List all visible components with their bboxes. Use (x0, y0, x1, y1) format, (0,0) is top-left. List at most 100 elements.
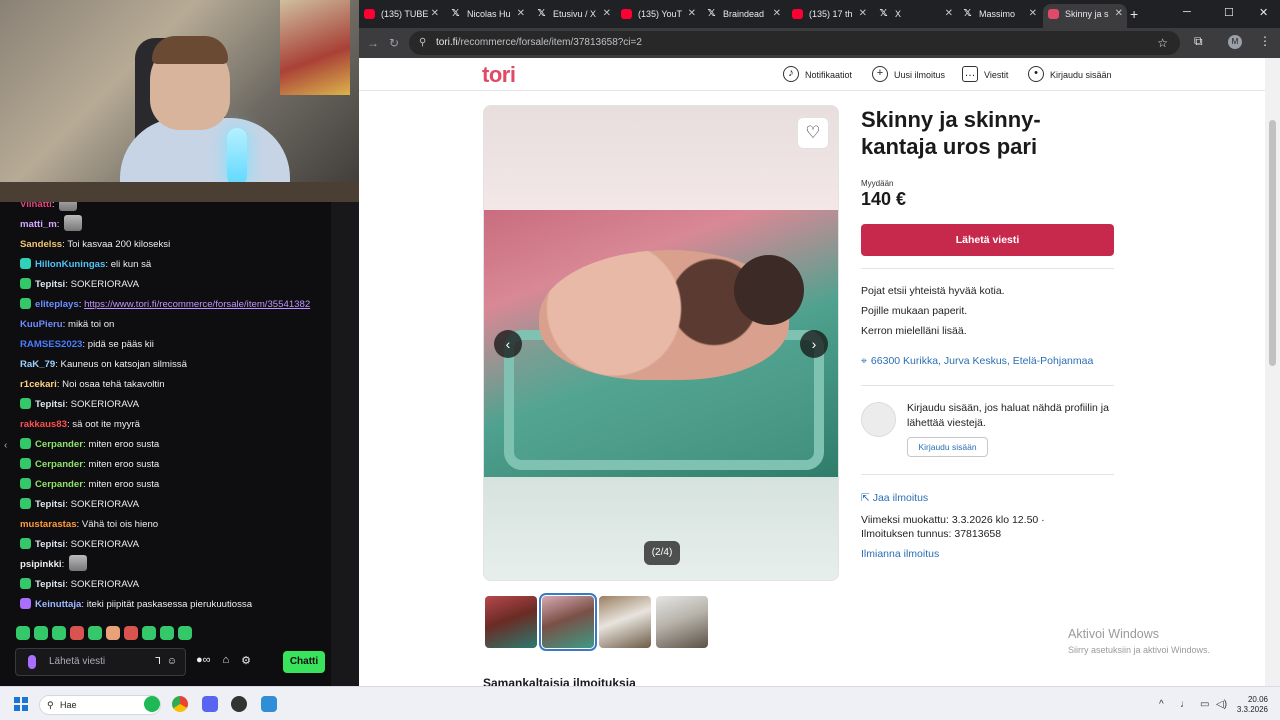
close-tab-icon[interactable]: ✕ (431, 4, 439, 24)
chat-messages[interactable]: Viinatti: matti_m: Sandelss: Toi kasvaa … (0, 202, 331, 618)
chat-username[interactable]: r1cekari (20, 379, 57, 390)
thumbnail-4[interactable] (656, 596, 708, 648)
chat-username[interactable]: Tepitsi (35, 399, 65, 410)
chat-username[interactable]: mustarastas (20, 519, 77, 530)
chat-username[interactable]: KuuPieru (20, 319, 63, 330)
site-info-icon[interactable]: ⚲ (419, 31, 426, 55)
chat-username[interactable]: Cerpander (35, 459, 83, 470)
nav-new-ad[interactable]: + Uusi ilmoitus (872, 66, 945, 84)
minimize-icon[interactable]: ─ (1183, 6, 1191, 18)
chat-username[interactable]: Cerpander (35, 439, 83, 450)
chat-username[interactable]: HillonKuningas (35, 259, 105, 270)
heart-icon[interactable]: ♡ (797, 117, 829, 149)
chat-username[interactable]: matti_m (20, 219, 57, 230)
url-field[interactable]: ⚲ tori.fi/recommerce/forsale/item/378136… (409, 31, 1180, 55)
chat-badge-icon[interactable] (20, 278, 31, 289)
chat-input[interactable]: Lähetä viesti Ꞁ ☺ (15, 648, 186, 676)
chat-username[interactable]: Viinatti (20, 202, 52, 210)
chat-badge-icon[interactable] (20, 398, 31, 409)
close-tab-icon[interactable]: ✕ (688, 4, 696, 24)
chat-badge-icon[interactable] (20, 478, 31, 489)
browser-tab[interactable]: Skinny ja s ✕ (1043, 4, 1127, 28)
mic-icon[interactable] (28, 655, 36, 669)
chat-username[interactable]: eliteplays (35, 299, 79, 310)
emote-icon[interactable] (142, 626, 156, 640)
profile-avatar[interactable]: M (1228, 35, 1242, 49)
maximize-icon[interactable]: ☐ (1224, 6, 1234, 19)
browser-tab[interactable]: (135) 17 th ✕ (787, 4, 871, 24)
chat-badge-icon[interactable] (20, 578, 31, 589)
browser-tab[interactable]: 𝕏 Massimo ✕ (957, 4, 1041, 24)
volume-icon[interactable]: ◁) (1216, 699, 1227, 710)
chat-username[interactable]: Tepitsi (35, 279, 65, 290)
mic-tray-icon[interactable]: ♩ (1180, 699, 1190, 710)
translate-icon[interactable]: Ꞁ (155, 649, 161, 675)
new-tab-icon[interactable]: + (1130, 4, 1138, 24)
next-image-button[interactable]: › (800, 330, 828, 358)
chat-badge-icon[interactable] (20, 538, 31, 549)
close-tab-icon[interactable]: ✕ (517, 4, 525, 24)
chat-username[interactable]: Keinuttaja (35, 599, 81, 610)
gear-icon[interactable]: ⚙ (241, 654, 251, 667)
emoji-icon[interactable]: ☺ (167, 649, 177, 675)
chrome-icon[interactable] (172, 696, 188, 712)
chat-badge-icon[interactable] (20, 598, 31, 609)
emote-icon[interactable] (160, 626, 174, 640)
browser-tab[interactable]: (135) YouT ✕ (616, 4, 700, 24)
chat-username[interactable]: RAMSES2023 (20, 339, 82, 350)
reload-icon[interactable]: ↻ (389, 36, 399, 50)
listing-photo[interactable] (484, 210, 838, 477)
chat-username[interactable]: psipinkki (20, 559, 62, 570)
obs-icon[interactable] (231, 696, 247, 712)
taskbar-search[interactable]: ⚲ Hae (39, 695, 161, 715)
image-gallery[interactable]: ‹ › ♡ (2/4) (483, 105, 839, 581)
chat-username[interactable]: Tepitsi (35, 539, 65, 550)
nav-messages[interactable]: … Viestit (962, 66, 1008, 84)
chevron-up-icon[interactable]: ^ (1159, 699, 1164, 710)
close-tab-icon[interactable]: ✕ (1115, 4, 1123, 24)
chat-badge-icon[interactable] (20, 438, 31, 449)
store-icon[interactable]: ⌂ (223, 654, 230, 667)
discord-icon[interactable] (202, 696, 218, 712)
emote-icon[interactable] (16, 626, 30, 640)
chat-username[interactable]: Tepitsi (35, 579, 65, 590)
extensions-icon[interactable]: ⧉ (1194, 34, 1203, 49)
bookmark-star-icon[interactable]: ☆ (1157, 31, 1168, 55)
emote-icon[interactable] (88, 626, 102, 640)
file-app-icon[interactable] (261, 696, 277, 712)
scrollbar-thumb[interactable] (1269, 120, 1276, 366)
login-button[interactable]: Kirjaudu sisään (907, 437, 988, 457)
close-tab-icon[interactable]: ✕ (603, 4, 611, 24)
chat-username[interactable]: Cerpander (35, 479, 83, 490)
location-link[interactable]: ⌖ 66300 Kurikka, Jurva Keskus, Etelä-Pohj… (861, 355, 1093, 368)
browser-tab[interactable]: (135) TUBE ✕ (359, 4, 443, 24)
chat-badge-icon[interactable] (20, 298, 31, 309)
windows-start-icon[interactable] (14, 697, 28, 711)
system-clock[interactable]: 20.06 3.3.2026 (1236, 695, 1268, 715)
monitor-icon[interactable]: ▭ (1200, 699, 1209, 710)
nav-notifications[interactable]: ♪ Notifikaatiot (783, 66, 852, 84)
tori-logo[interactable]: tori (482, 62, 516, 88)
send-message-button[interactable]: Lähetä viesti (861, 224, 1114, 256)
thumbnail-3[interactable] (599, 596, 651, 648)
nav-login[interactable]: • Kirjaudu sisään (1028, 66, 1112, 84)
chat-badge-icon[interactable] (20, 498, 31, 509)
spotify-icon[interactable] (144, 696, 160, 712)
emote-icon[interactable] (70, 626, 84, 640)
chat-username[interactable]: rakkaus83 (20, 419, 67, 430)
chat-link[interactable]: https://www.tori.fi/recommerce/forsale/i… (84, 299, 310, 310)
chat-badge-icon[interactable] (20, 458, 31, 469)
browser-tab[interactable]: 𝕏 Braindead ✕ (701, 4, 785, 24)
chat-badge-icon[interactable] (20, 258, 31, 269)
menu-dots-icon[interactable]: ⋮ (1259, 34, 1271, 48)
browser-tab[interactable]: 𝕏 Etusivu / X ✕ (531, 4, 615, 24)
emote-icon[interactable] (34, 626, 48, 640)
chat-send-button[interactable]: Chatti (283, 651, 325, 673)
emote-icon[interactable] (106, 626, 120, 640)
emote-icon[interactable] (178, 626, 192, 640)
share-link[interactable]: ⇱ Jaa ilmoitus (861, 492, 928, 504)
browser-tab[interactable]: 𝕏 Nicolas Hu ✕ (445, 4, 529, 24)
thumbnail-1[interactable] (485, 596, 537, 648)
browser-tab[interactable]: 𝕏 X ✕ (873, 4, 957, 24)
close-tab-icon[interactable]: ✕ (945, 4, 953, 24)
